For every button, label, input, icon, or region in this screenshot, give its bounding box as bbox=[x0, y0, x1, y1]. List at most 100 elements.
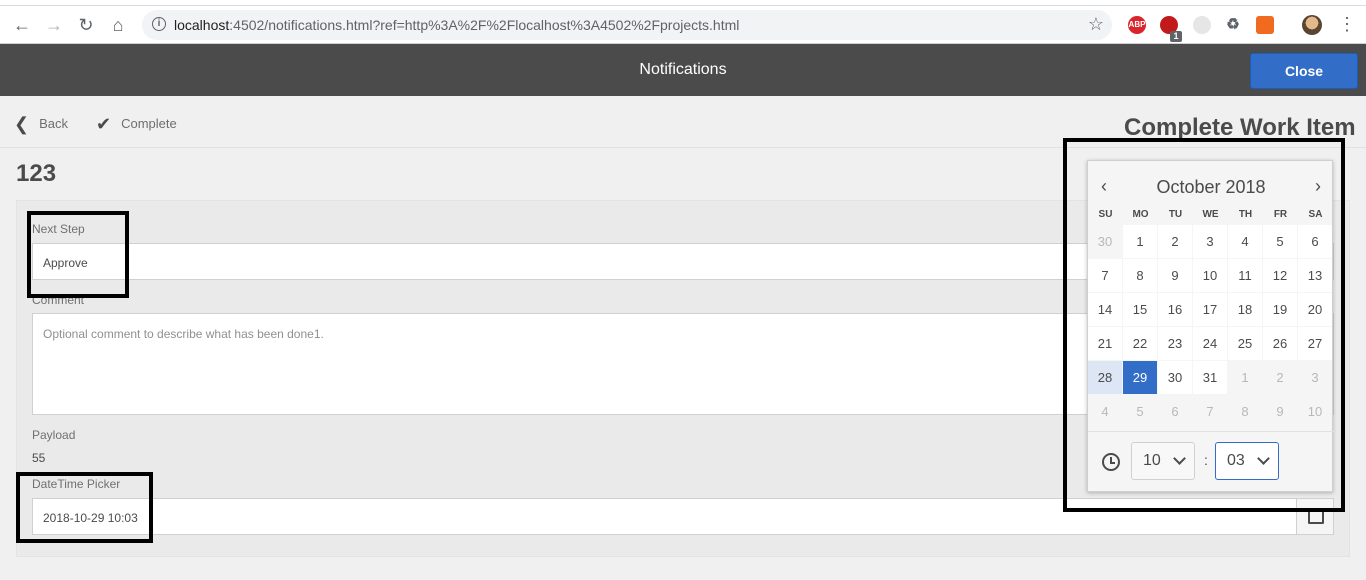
calendar-day[interactable]: 6 bbox=[1298, 225, 1332, 258]
app-title: Notifications bbox=[639, 61, 727, 78]
calendar-day[interactable]: 4 bbox=[1228, 225, 1262, 258]
day-of-week-label: SU bbox=[1098, 209, 1113, 220]
hour-value: 10 bbox=[1143, 452, 1161, 469]
calendar-day[interactable]: 3 bbox=[1193, 225, 1227, 258]
calendar-day[interactable]: 31 bbox=[1193, 361, 1227, 394]
calendar-day[interactable]: 18 bbox=[1228, 293, 1262, 326]
calendar-day[interactable]: 15 bbox=[1123, 293, 1157, 326]
calendar-day[interactable]: 11 bbox=[1228, 259, 1262, 292]
calendar-day[interactable]: 1 bbox=[1123, 225, 1157, 258]
profile-avatar[interactable] bbox=[1302, 15, 1322, 35]
calendar-day[interactable]: 12 bbox=[1263, 259, 1297, 292]
day-of-week-label: TU bbox=[1168, 209, 1183, 220]
calendar-day[interactable]: 27 bbox=[1298, 327, 1332, 360]
calendar-day-other-month: 4 bbox=[1088, 395, 1122, 428]
complete-label: Complete bbox=[121, 115, 177, 131]
calendar-day[interactable]: 5 bbox=[1263, 225, 1297, 258]
home-icon[interactable]: ⌂ bbox=[108, 15, 128, 35]
datetime-value: 2018-10-29 10:03 bbox=[43, 511, 138, 525]
app-header: Notifications Close bbox=[0, 44, 1366, 96]
browser-toolbar: ← → ↻ ⌂ i localhost:4502/notifications.h… bbox=[0, 6, 1366, 44]
calendar-day[interactable]: 17 bbox=[1193, 293, 1227, 326]
calendar-day-other-month: 3 bbox=[1298, 361, 1332, 394]
calendar-toggle-button[interactable] bbox=[1296, 498, 1334, 535]
calendar-day[interactable]: 14 bbox=[1088, 293, 1122, 326]
calendar-weeks: 30 1 2 3 4 5 6 7 8 9 10 11 12 13 14 15 16 17 18 19 20 21 22 23 2… bbox=[1088, 225, 1334, 429]
address-bar[interactable]: i localhost:4502/notifications.html?ref=… bbox=[142, 10, 1112, 40]
calendar-day-other-month: 7 bbox=[1193, 395, 1227, 428]
close-button[interactable]: Close bbox=[1250, 53, 1358, 89]
calendar-week-row: 30 1 2 3 4 5 6 bbox=[1088, 225, 1334, 259]
calendar-week-row: 7 8 9 10 11 12 13 bbox=[1088, 259, 1334, 293]
calendar-day-other-month: 6 bbox=[1158, 395, 1192, 428]
calendar-day[interactable]: 26 bbox=[1263, 327, 1297, 360]
calendar-day-other-month: 9 bbox=[1263, 395, 1297, 428]
prev-month-icon[interactable]: ‹ bbox=[1092, 175, 1116, 199]
next-month-icon[interactable]: › bbox=[1306, 175, 1330, 199]
extension-badge: 1 bbox=[1170, 31, 1182, 42]
calendar-day[interactable]: 28 bbox=[1088, 361, 1122, 394]
datetime-picker-label: DateTime Picker bbox=[32, 477, 121, 491]
day-of-week-label: FR bbox=[1273, 209, 1288, 220]
calendar-day[interactable]: 2 bbox=[1158, 225, 1192, 258]
back-button[interactable]: ❮ Back bbox=[14, 114, 68, 135]
day-of-week-label: SA bbox=[1308, 209, 1323, 220]
address-url[interactable]: localhost:4502/notifications.html?ref=ht… bbox=[174, 17, 739, 33]
complete-button[interactable]: ✔ Complete bbox=[96, 114, 177, 135]
next-step-label: Next Step bbox=[32, 222, 85, 236]
browser-menu-icon[interactable]: ⋮ bbox=[1338, 14, 1356, 34]
datetime-input[interactable]: 2018-10-29 10:03 bbox=[32, 498, 1298, 535]
chevron-down-icon bbox=[1257, 452, 1270, 465]
recycle-extension-icon[interactable]: ♻ bbox=[1224, 16, 1242, 34]
calendar-day[interactable]: 19 bbox=[1263, 293, 1297, 326]
calendar-day[interactable]: 25 bbox=[1228, 327, 1262, 360]
url-host: localhost bbox=[174, 17, 230, 33]
calendar-day[interactable]: 20 bbox=[1298, 293, 1332, 326]
info-icon[interactable]: i bbox=[152, 17, 166, 31]
calendar-day[interactable]: 29 bbox=[1123, 361, 1157, 394]
work-item-title: 123 bbox=[16, 160, 57, 187]
chevron-down-icon bbox=[1173, 452, 1186, 465]
reload-icon[interactable]: ↻ bbox=[76, 15, 96, 35]
calendar-day[interactable]: 10 bbox=[1193, 259, 1227, 292]
payload-label: Payload bbox=[32, 428, 76, 442]
bookmark-star-icon[interactable]: ☆ bbox=[1088, 14, 1104, 35]
calendar-day[interactable]: 24 bbox=[1193, 327, 1227, 360]
calendar-day[interactable]: 30 bbox=[1158, 361, 1192, 394]
clock-icon bbox=[1102, 453, 1120, 471]
payload-value: 55 bbox=[32, 451, 46, 465]
forward-arrow-icon[interactable]: → bbox=[44, 15, 64, 35]
chevron-left-icon: ❮ bbox=[14, 114, 30, 134]
day-of-week-label: MO bbox=[1132, 209, 1149, 220]
hour-select[interactable]: 10 bbox=[1131, 442, 1195, 480]
calendar-day[interactable]: 9 bbox=[1158, 259, 1192, 292]
calendar-day-other-month: 1 bbox=[1228, 361, 1262, 394]
extension-disabled-icon[interactable] bbox=[1193, 16, 1211, 34]
calendar-day[interactable]: 13 bbox=[1298, 259, 1332, 292]
calendar-week-row: 14 15 16 17 18 19 20 bbox=[1088, 293, 1334, 327]
calendar-week-row: 21 22 23 24 25 26 27 bbox=[1088, 327, 1334, 361]
minute-value: 03 bbox=[1227, 452, 1245, 469]
calendar-day-other-month: 30 bbox=[1088, 225, 1122, 258]
day-of-week-label: TH bbox=[1238, 209, 1253, 220]
time-separator: : bbox=[1204, 452, 1208, 468]
back-arrow-icon[interactable]: ← bbox=[12, 15, 32, 35]
calendar-icon bbox=[1308, 510, 1324, 524]
url-path: :4502/notifications.html?ref=http%3A%2F%… bbox=[229, 17, 740, 33]
calendar-day[interactable]: 21 bbox=[1088, 327, 1122, 360]
checkmark-icon: ✔ bbox=[96, 114, 112, 134]
calendar-day[interactable]: 22 bbox=[1123, 327, 1157, 360]
days-of-week-row: SU MO TU WE TH FR SA bbox=[1088, 209, 1334, 225]
day-of-week-label: WE bbox=[1202, 209, 1219, 220]
calendar-day[interactable]: 16 bbox=[1158, 293, 1192, 326]
calendar-day-other-month: 10 bbox=[1298, 395, 1332, 428]
calendar-month-label: October 2018 bbox=[1156, 177, 1266, 197]
calendar-week-row: 28 29 30 31 1 2 3 bbox=[1088, 361, 1334, 395]
calendar-day[interactable]: 23 bbox=[1158, 327, 1192, 360]
adblock-extension-icon[interactable]: ABP bbox=[1128, 16, 1146, 34]
minute-select[interactable]: 03 bbox=[1215, 442, 1279, 480]
calendar-grid: SU MO TU WE TH FR SA 30 1 2 3 4 5 6 7 8 9 10 11 12 13 14 15 16… bbox=[1088, 209, 1334, 429]
extension-orange-icon[interactable] bbox=[1256, 16, 1274, 34]
calendar-day[interactable]: 7 bbox=[1088, 259, 1122, 292]
calendar-day[interactable]: 8 bbox=[1123, 259, 1157, 292]
